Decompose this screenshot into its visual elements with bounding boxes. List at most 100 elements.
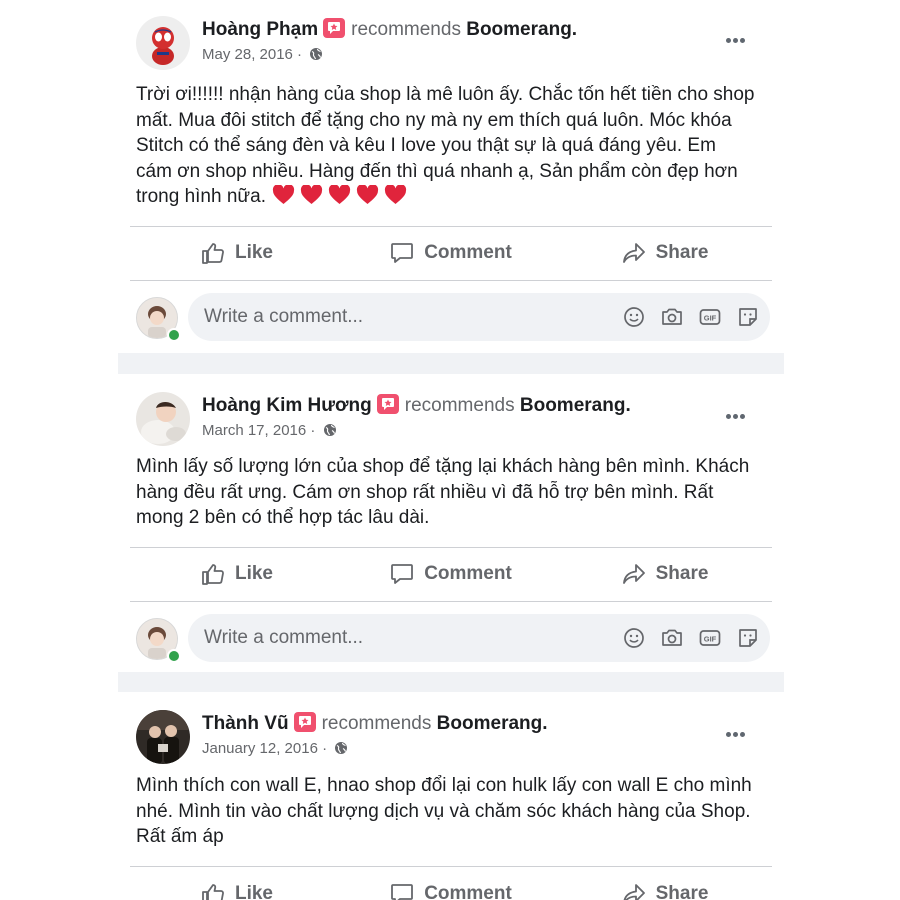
- like-button[interactable]: Like: [130, 548, 344, 600]
- review-post: Hoàng Kim Hương recommends Boomerang. Mar…: [118, 374, 784, 672]
- post-date[interactable]: March 17, 2016 ·: [202, 422, 315, 439]
- online-status-dot: [167, 328, 181, 342]
- divider: [130, 866, 772, 867]
- share-button[interactable]: Share: [558, 868, 772, 900]
- recommends-label: recommends: [404, 395, 515, 416]
- comment-label: Comment: [424, 563, 512, 584]
- post-date-line: January 12, 2016 ·: [202, 740, 348, 757]
- gif-icon[interactable]: GIF: [698, 305, 722, 329]
- share-label: Share: [655, 242, 709, 263]
- comment-button[interactable]: Comment: [344, 868, 558, 900]
- author-avatar[interactable]: [136, 392, 190, 446]
- review-text-content: Mình thích con wall E, hnao shop đổi lại…: [136, 775, 752, 847]
- speech-bubble-icon: [391, 884, 414, 900]
- share-label: Share: [655, 563, 709, 584]
- post-header: Hoàng Kim Hương recommends Boomerang. Mar…: [136, 392, 766, 448]
- post-actions: Like Comment Share: [130, 868, 772, 900]
- comment-box: GIF: [188, 293, 770, 341]
- review-text-content: Mình lấy số lượng lớn của shop để tặng l…: [136, 456, 750, 528]
- page-name-link[interactable]: Boomerang.: [466, 19, 577, 40]
- red-heart-icon: [384, 185, 407, 205]
- smiley-icon[interactable]: [622, 305, 646, 329]
- online-status-dot: [167, 649, 181, 663]
- more-options-icon[interactable]: [726, 30, 754, 50]
- post-actions: Like Comment Share: [130, 227, 772, 279]
- author-name[interactable]: Thành Vũ: [202, 713, 289, 734]
- comment-input[interactable]: [204, 293, 504, 341]
- like-button[interactable]: Like: [130, 868, 344, 900]
- thumbs-up-icon: [202, 564, 224, 585]
- share-arrow-icon: [622, 243, 645, 263]
- like-label: Like: [234, 883, 274, 900]
- author-name[interactable]: Hoàng Phạm: [202, 19, 318, 40]
- post-header: Hoàng Phạm recommends Boomerang. May 28, …: [136, 16, 766, 72]
- post-title-line: Thành Vũ recommends Boomerang.: [202, 711, 548, 737]
- red-heart-icon: [328, 185, 351, 205]
- comment-box: GIF: [188, 614, 770, 662]
- post-date[interactable]: May 28, 2016 ·: [202, 46, 302, 63]
- share-button[interactable]: Share: [558, 548, 772, 600]
- hearts-group: [272, 184, 412, 210]
- recommend-badge-icon: [293, 712, 316, 732]
- share-button[interactable]: Share: [558, 227, 772, 279]
- share-arrow-icon: [622, 564, 645, 584]
- comment-label: Comment: [424, 883, 512, 900]
- post-date-line: May 28, 2016 ·: [202, 46, 323, 63]
- post-actions: Like Comment Share: [130, 548, 772, 600]
- red-heart-icon: [300, 185, 323, 205]
- recommend-badge-icon: [323, 18, 346, 38]
- comment-button[interactable]: Comment: [344, 227, 558, 279]
- svg-text:GIF: GIF: [704, 635, 717, 644]
- review-text: Trời ơi!!!!!! nhận hàng của shop là mê l…: [136, 82, 756, 210]
- review-post: Thành Vũ recommends Boomerang. January 12…: [118, 692, 784, 900]
- comment-composer: GIF: [136, 614, 770, 664]
- author-name[interactable]: Hoàng Kim Hương: [202, 395, 372, 416]
- speech-bubble-icon: [391, 243, 414, 263]
- recommend-badge-icon: [376, 394, 399, 414]
- like-label: Like: [234, 242, 274, 263]
- camera-icon[interactable]: [660, 626, 684, 650]
- post-date[interactable]: January 12, 2016 ·: [202, 740, 327, 757]
- gif-icon[interactable]: GIF: [698, 626, 722, 650]
- thumbs-up-icon: [202, 243, 224, 264]
- like-label: Like: [234, 563, 274, 584]
- red-heart-icon: [356, 185, 379, 205]
- speech-bubble-icon: [391, 564, 414, 584]
- sticker-icon[interactable]: [736, 305, 760, 329]
- share-label: Share: [655, 883, 709, 900]
- review-text: Mình lấy số lượng lớn của shop để tặng l…: [136, 454, 756, 531]
- like-button[interactable]: Like: [130, 227, 344, 279]
- globe-icon: [335, 742, 348, 754]
- post-date-line: March 17, 2016 ·: [202, 422, 337, 439]
- page-name-link[interactable]: Boomerang.: [437, 713, 548, 734]
- sticker-icon[interactable]: [736, 626, 760, 650]
- comment-input[interactable]: [204, 614, 504, 662]
- review-text-content: Trời ơi!!!!!! nhận hàng của shop là mê l…: [136, 84, 755, 207]
- post-title-line: Hoàng Phạm recommends Boomerang.: [202, 17, 577, 43]
- comment-tools: GIF: [622, 305, 760, 329]
- recommends-label: recommends: [321, 713, 432, 734]
- svg-text:GIF: GIF: [704, 314, 717, 323]
- post-header: Thành Vũ recommends Boomerang. January 12…: [136, 710, 766, 766]
- share-arrow-icon: [623, 884, 645, 900]
- comment-tools: GIF: [622, 626, 760, 650]
- divider: [130, 601, 772, 602]
- page-name-link[interactable]: Boomerang.: [520, 395, 631, 416]
- author-avatar[interactable]: [136, 710, 190, 764]
- reviews-feed: Hoàng Phạm recommends Boomerang. May 28, …: [118, 0, 784, 900]
- comment-composer: GIF: [136, 293, 770, 343]
- recommends-label: recommends: [351, 19, 461, 40]
- comment-button[interactable]: Comment: [344, 548, 558, 600]
- globe-icon: [323, 424, 336, 436]
- more-options-icon[interactable]: [726, 724, 754, 744]
- author-avatar[interactable]: [136, 16, 190, 70]
- comment-label: Comment: [424, 242, 512, 263]
- thumbs-up-icon: [202, 884, 224, 900]
- more-options-icon[interactable]: [726, 406, 754, 426]
- camera-icon[interactable]: [660, 305, 684, 329]
- review-text: Mình thích con wall E, hnao shop đổi lại…: [136, 773, 756, 850]
- globe-icon: [310, 48, 323, 60]
- review-post: Hoàng Phạm recommends Boomerang. May 28, …: [118, 0, 784, 353]
- red-heart-icon: [272, 185, 295, 205]
- smiley-icon[interactable]: [622, 626, 646, 650]
